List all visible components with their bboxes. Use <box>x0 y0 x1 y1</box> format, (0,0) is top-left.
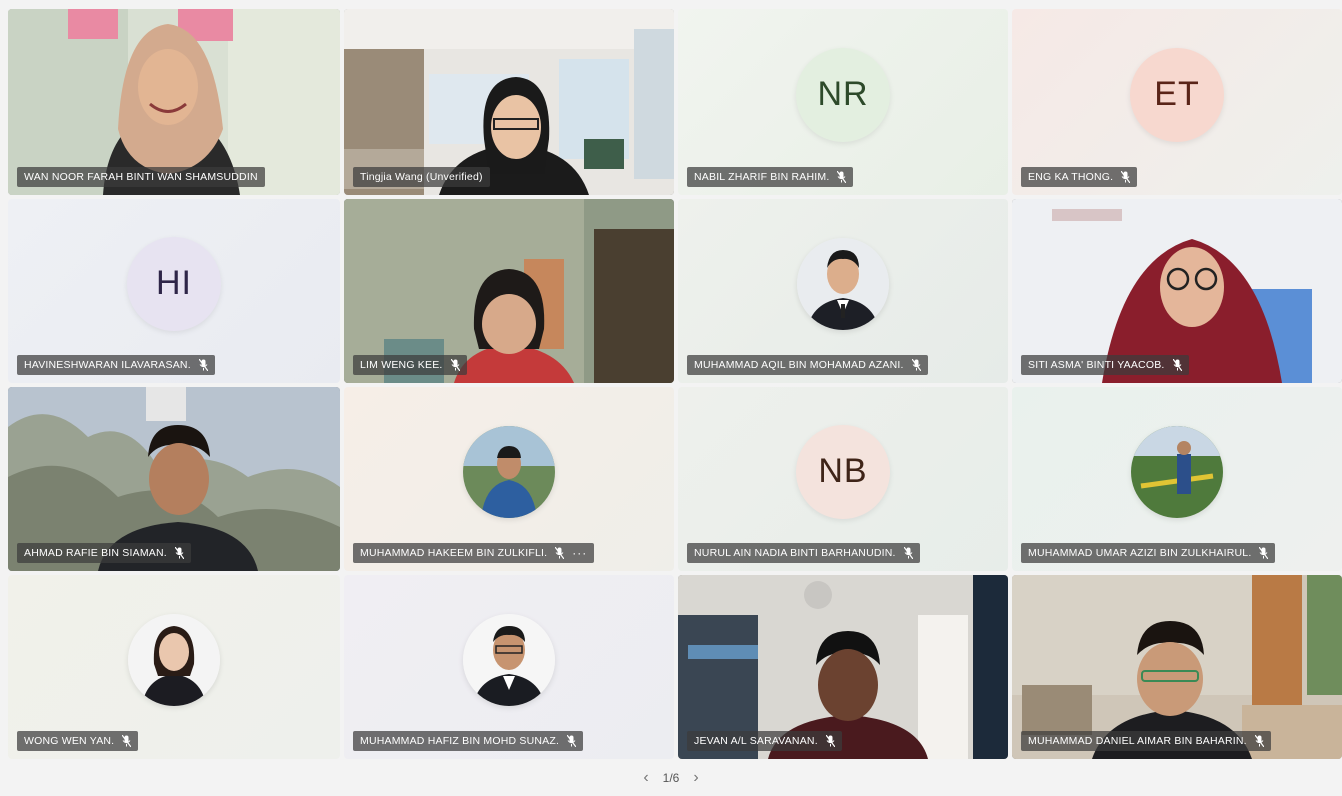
participant-name-label: MUHAMMAD AQIL BIN MOHAMAD AZANI. <box>687 355 928 375</box>
participant-tile[interactable]: NB NURUL AIN NADIA BINTI BARHANUDIN. <box>678 387 1008 571</box>
participant-name: MUHAMMAD HAKEEM BIN ZULKIFLI. <box>360 547 548 559</box>
mic-muted-icon <box>555 547 565 559</box>
participant-name: HAVINESHWARAN ILAVARASAN. <box>24 359 191 371</box>
mic-muted-icon <box>911 359 921 371</box>
participant-tile[interactable]: MUHAMMAD AQIL BIN MOHAMAD AZANI. <box>678 199 1008 383</box>
participant-name: WAN NOOR FARAH BINTI WAN SHAMSUDDIN <box>24 171 258 183</box>
participant-name: ENG KA THONG. <box>1028 171 1114 183</box>
profile-photo <box>1131 425 1223 518</box>
participant-name: MUHAMMAD UMAR AZIZI BIN ZULKHAIRUL. <box>1028 547 1252 559</box>
mic-muted-icon <box>174 547 184 559</box>
participant-name: MUHAMMAD DANIEL AIMAR BIN BAHARIN. <box>1028 735 1247 747</box>
participant-name: Tingjia Wang (Unverified) <box>360 171 483 183</box>
participant-tile[interactable]: MUHAMMAD UMAR AZIZI BIN ZULKHAIRUL. <box>1012 387 1342 571</box>
initials-avatar: HI <box>127 236 221 331</box>
video-grid: WAN NOOR FARAH BINTI WAN SHAMSUDDIN Ting… <box>8 9 1342 761</box>
mic-muted-icon <box>1259 547 1269 559</box>
more-options-button[interactable]: ··· <box>572 543 587 563</box>
mic-muted-icon <box>903 547 913 559</box>
participant-name-label: WONG WEN YAN. <box>17 731 139 751</box>
participant-name-label: SITI ASMA' BINTI YAACOB. <box>1021 355 1189 375</box>
participant-name-label: Tingjia Wang (Unverified) <box>353 167 490 187</box>
mic-muted-icon <box>837 171 847 183</box>
pagination: ‹ 1/6 › <box>0 767 1342 789</box>
participant-tile[interactable]: LIM WENG KEE. <box>344 199 674 383</box>
mic-muted-icon <box>567 735 577 747</box>
participant-name-label: MUHAMMAD HAFIZ BIN MOHD SUNAZ. <box>353 731 584 751</box>
participant-name-label: HAVINESHWARAN ILAVARASAN. <box>17 355 215 375</box>
participant-tile[interactable]: MUHAMMAD HAKEEM BIN ZULKIFLI. ··· <box>344 387 674 571</box>
participant-name: MUHAMMAD HAFIZ BIN MOHD SUNAZ. <box>360 735 560 747</box>
participant-tile[interactable]: AHMAD RAFIE BIN SIAMAN. <box>8 387 340 571</box>
participant-name: NURUL AIN NADIA BINTI BARHANUDIN. <box>694 547 896 559</box>
participant-name-label: NURUL AIN NADIA BINTI BARHANUDIN. <box>687 543 920 563</box>
profile-photo <box>463 613 555 706</box>
mic-muted-icon <box>198 359 208 371</box>
profile-photo <box>128 613 220 706</box>
participant-tile[interactable]: HI HAVINESHWARAN ILAVARASAN. <box>8 199 340 383</box>
participant-name-label: WAN NOOR FARAH BINTI WAN SHAMSUDDIN <box>17 167 265 187</box>
participant-name-label: AHMAD RAFIE BIN SIAMAN. <box>17 543 191 563</box>
page-indicator: 1/6 <box>662 771 680 785</box>
mic-muted-icon <box>825 735 835 747</box>
participant-tile[interactable]: MUHAMMAD HAFIZ BIN MOHD SUNAZ. <box>344 575 674 759</box>
mic-muted-icon <box>122 735 132 747</box>
mic-muted-icon <box>450 359 460 371</box>
participant-tile[interactable]: SITI ASMA' BINTI YAACOB. <box>1012 199 1342 383</box>
participant-tile[interactable]: WONG WEN YAN. <box>8 575 340 759</box>
participant-tile[interactable]: ET ENG KA THONG. <box>1012 9 1342 195</box>
mic-muted-icon <box>1121 171 1131 183</box>
participant-name: AHMAD RAFIE BIN SIAMAN. <box>24 547 167 559</box>
participant-tile[interactable]: NR NABIL ZHARIF BIN RAHIM. <box>678 9 1008 195</box>
participant-name-label: LIM WENG KEE. <box>353 355 467 375</box>
participant-name-label: MUHAMMAD HAKEEM BIN ZULKIFLI. ··· <box>353 543 595 563</box>
participant-name: SITI ASMA' BINTI YAACOB. <box>1028 359 1165 371</box>
participant-name: NABIL ZHARIF BIN RAHIM. <box>694 171 830 183</box>
mic-muted-icon <box>1254 735 1264 747</box>
participant-tile[interactable]: JEVAN A/L SARAVANAN. <box>678 575 1008 759</box>
participant-name-label: NABIL ZHARIF BIN RAHIM. <box>687 167 854 187</box>
participant-name-label: JEVAN A/L SARAVANAN. <box>687 731 842 751</box>
participant-name: WONG WEN YAN. <box>24 735 115 747</box>
participant-name-label: ENG KA THONG. <box>1021 167 1138 187</box>
mic-muted-icon <box>1172 359 1182 371</box>
participant-name-label: MUHAMMAD DANIEL AIMAR BIN BAHARIN. <box>1021 731 1271 751</box>
participant-name: LIM WENG KEE. <box>360 359 443 371</box>
previous-page-button[interactable]: ‹ <box>643 769 648 787</box>
initials-avatar: ET <box>1130 47 1224 142</box>
next-page-button[interactable]: › <box>693 769 698 787</box>
participant-tile[interactable]: MUHAMMAD DANIEL AIMAR BIN BAHARIN. <box>1012 575 1342 759</box>
profile-photo <box>463 425 555 518</box>
participant-tile[interactable]: WAN NOOR FARAH BINTI WAN SHAMSUDDIN <box>8 9 340 195</box>
participant-tile[interactable]: Tingjia Wang (Unverified) <box>344 9 674 195</box>
initials-avatar: NB <box>796 424 890 519</box>
participant-name: MUHAMMAD AQIL BIN MOHAMAD AZANI. <box>694 359 904 371</box>
participant-name-label: MUHAMMAD UMAR AZIZI BIN ZULKHAIRUL. <box>1021 543 1276 563</box>
participant-name: JEVAN A/L SARAVANAN. <box>694 735 818 747</box>
initials-avatar: NR <box>796 47 890 142</box>
profile-photo <box>797 237 889 330</box>
